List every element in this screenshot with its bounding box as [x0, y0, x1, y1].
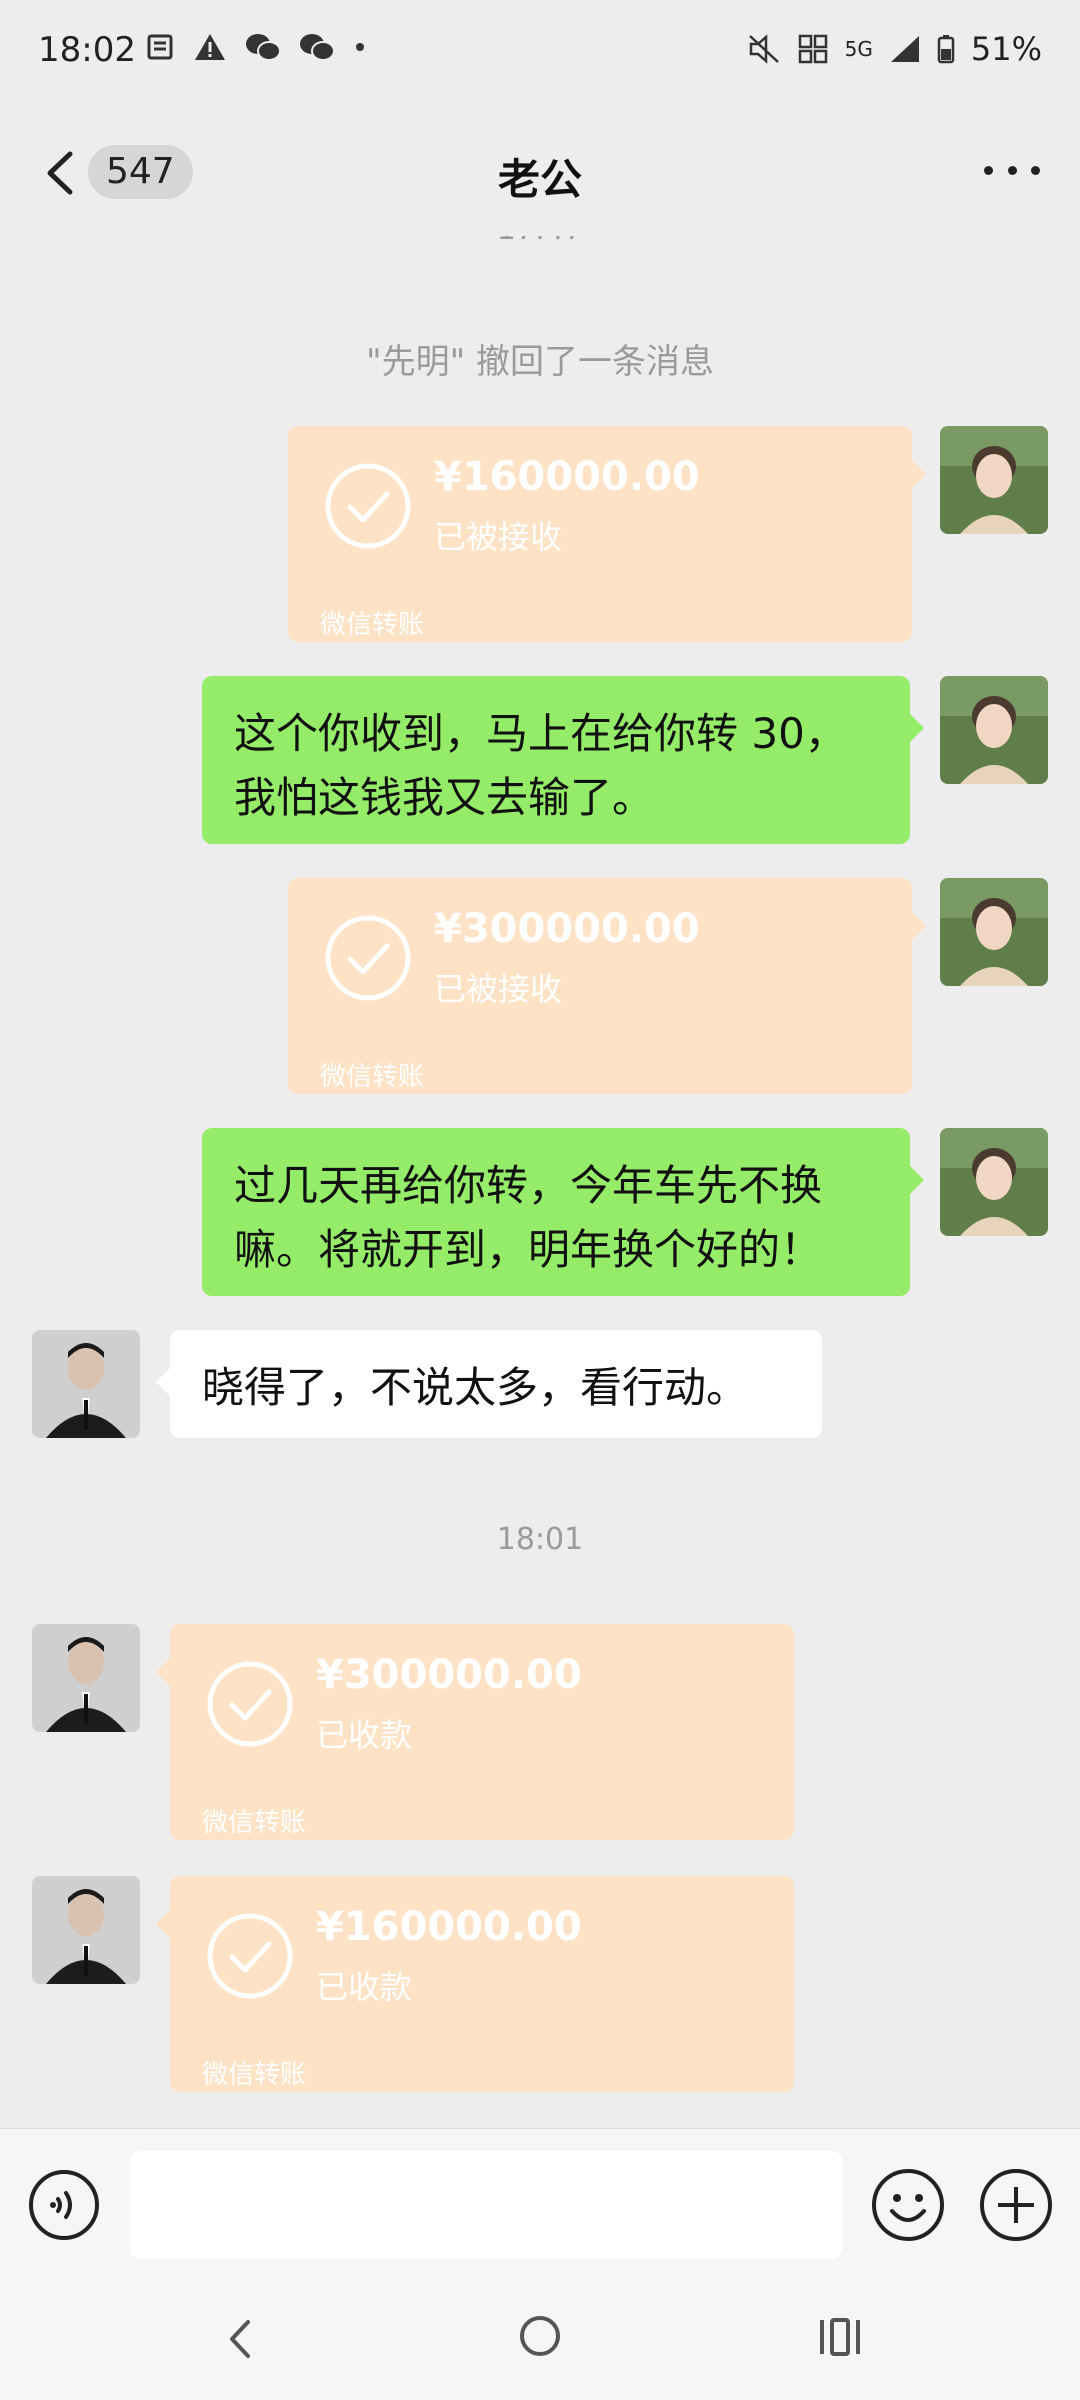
more-options-icon[interactable]	[984, 160, 1040, 180]
message-text: 晓得了，不说太多，看行动。	[202, 1363, 749, 1412]
message-text: 这个你收到，马上在给你转 30，我怕这钱我又去输了。	[234, 709, 847, 822]
message-bubble[interactable]: 这个你收到，马上在给你转 30，我怕这钱我又去输了。	[202, 676, 924, 844]
recall-notice: "先明" 撤回了一条消息	[365, 342, 715, 382]
transfer-status: 已被接收	[434, 518, 563, 556]
message-input[interactable]	[130, 2151, 842, 2259]
wechat-icon	[246, 34, 281, 61]
transfer-amount: ¥160000.00	[316, 1904, 582, 1950]
timestamp: 18:01	[496, 1522, 584, 1557]
battery-level: 51%	[970, 30, 1042, 68]
emoji-icon[interactable]	[870, 2167, 946, 2243]
message-input-bar	[0, 2128, 1080, 2279]
transfer-amount: ¥160000.00	[434, 454, 700, 500]
notes-icon	[147, 34, 173, 60]
system-back-icon[interactable]	[220, 2314, 260, 2364]
transfer-bubble[interactable]: ¥160000.00 已被接收 微信转账	[288, 426, 926, 642]
dot-icon	[356, 43, 364, 51]
chat-header: 547 老公	[0, 108, 1080, 236]
contact-avatar[interactable]	[32, 1876, 140, 1984]
battery-icon	[937, 35, 955, 64]
transfer-amount: ¥300000.00	[434, 906, 700, 952]
message-text: 过几天再给你转，今年车先不换嘛。将就开到，明年换个好的！	[234, 1161, 823, 1274]
status-right-icons: 5G 51%	[747, 30, 1042, 68]
system-home-icon[interactable]	[518, 2314, 562, 2358]
transfer-status: 已收款	[316, 1968, 413, 2006]
check-circle-icon	[325, 915, 411, 1001]
transfer-status: 已收款	[316, 1716, 413, 1754]
transfer-bubble[interactable]: ¥300000.00 已被接收 微信转账	[288, 878, 926, 1094]
transfer-amount: ¥300000.00	[316, 1652, 582, 1698]
warning-icon	[195, 34, 225, 60]
network-type: 5G	[844, 37, 873, 61]
my-avatar[interactable]	[940, 1128, 1048, 1236]
contact-avatar[interactable]	[32, 1624, 140, 1732]
message-bubble[interactable]: 晓得了，不说太多，看行动。	[156, 1330, 822, 1438]
transfer-label: 微信转账	[202, 2060, 307, 2090]
contact-avatar[interactable]	[32, 1330, 140, 1438]
check-circle-icon	[207, 1661, 293, 1747]
system-recents-icon[interactable]	[816, 2316, 864, 2358]
my-avatar[interactable]	[940, 426, 1048, 534]
mute-icon	[748, 34, 779, 64]
timestamp: 17:47	[0, 236, 1080, 247]
nfc-icon	[798, 34, 827, 64]
my-avatar[interactable]	[940, 676, 1048, 784]
wechat-icon	[300, 34, 335, 61]
voice-input-icon[interactable]	[28, 2169, 100, 2241]
my-avatar[interactable]	[940, 878, 1048, 986]
signal-icon	[890, 36, 919, 62]
chat-message-list[interactable]: 17:47 "先明" 撤回了一条消息 ¥160000.00 已被接收 微信转账 …	[0, 236, 1080, 2126]
plus-icon[interactable]	[978, 2167, 1054, 2243]
transfer-bubble[interactable]: ¥160000.00 已收款 微信转账	[156, 1876, 794, 2092]
transfer-label: 微信转账	[202, 1808, 307, 1838]
status-left-icons	[145, 32, 367, 62]
transfer-status: 已被接收	[434, 970, 563, 1008]
status-time: 18:02	[38, 30, 136, 70]
check-circle-icon	[207, 1913, 293, 1999]
check-circle-icon	[325, 463, 411, 549]
transfer-bubble[interactable]: ¥300000.00 已收款 微信转账	[156, 1624, 794, 1840]
chat-title: 老公	[497, 155, 582, 204]
status-bar: 18:02 5G 51%	[0, 0, 1080, 108]
system-navigation-bar	[0, 2278, 1080, 2400]
message-bubble[interactable]: 过几天再给你转，今年车先不换嘛。将就开到，明年换个好的！	[202, 1128, 924, 1296]
transfer-label: 微信转账	[320, 1062, 425, 1092]
transfer-label: 微信转账	[320, 610, 425, 640]
